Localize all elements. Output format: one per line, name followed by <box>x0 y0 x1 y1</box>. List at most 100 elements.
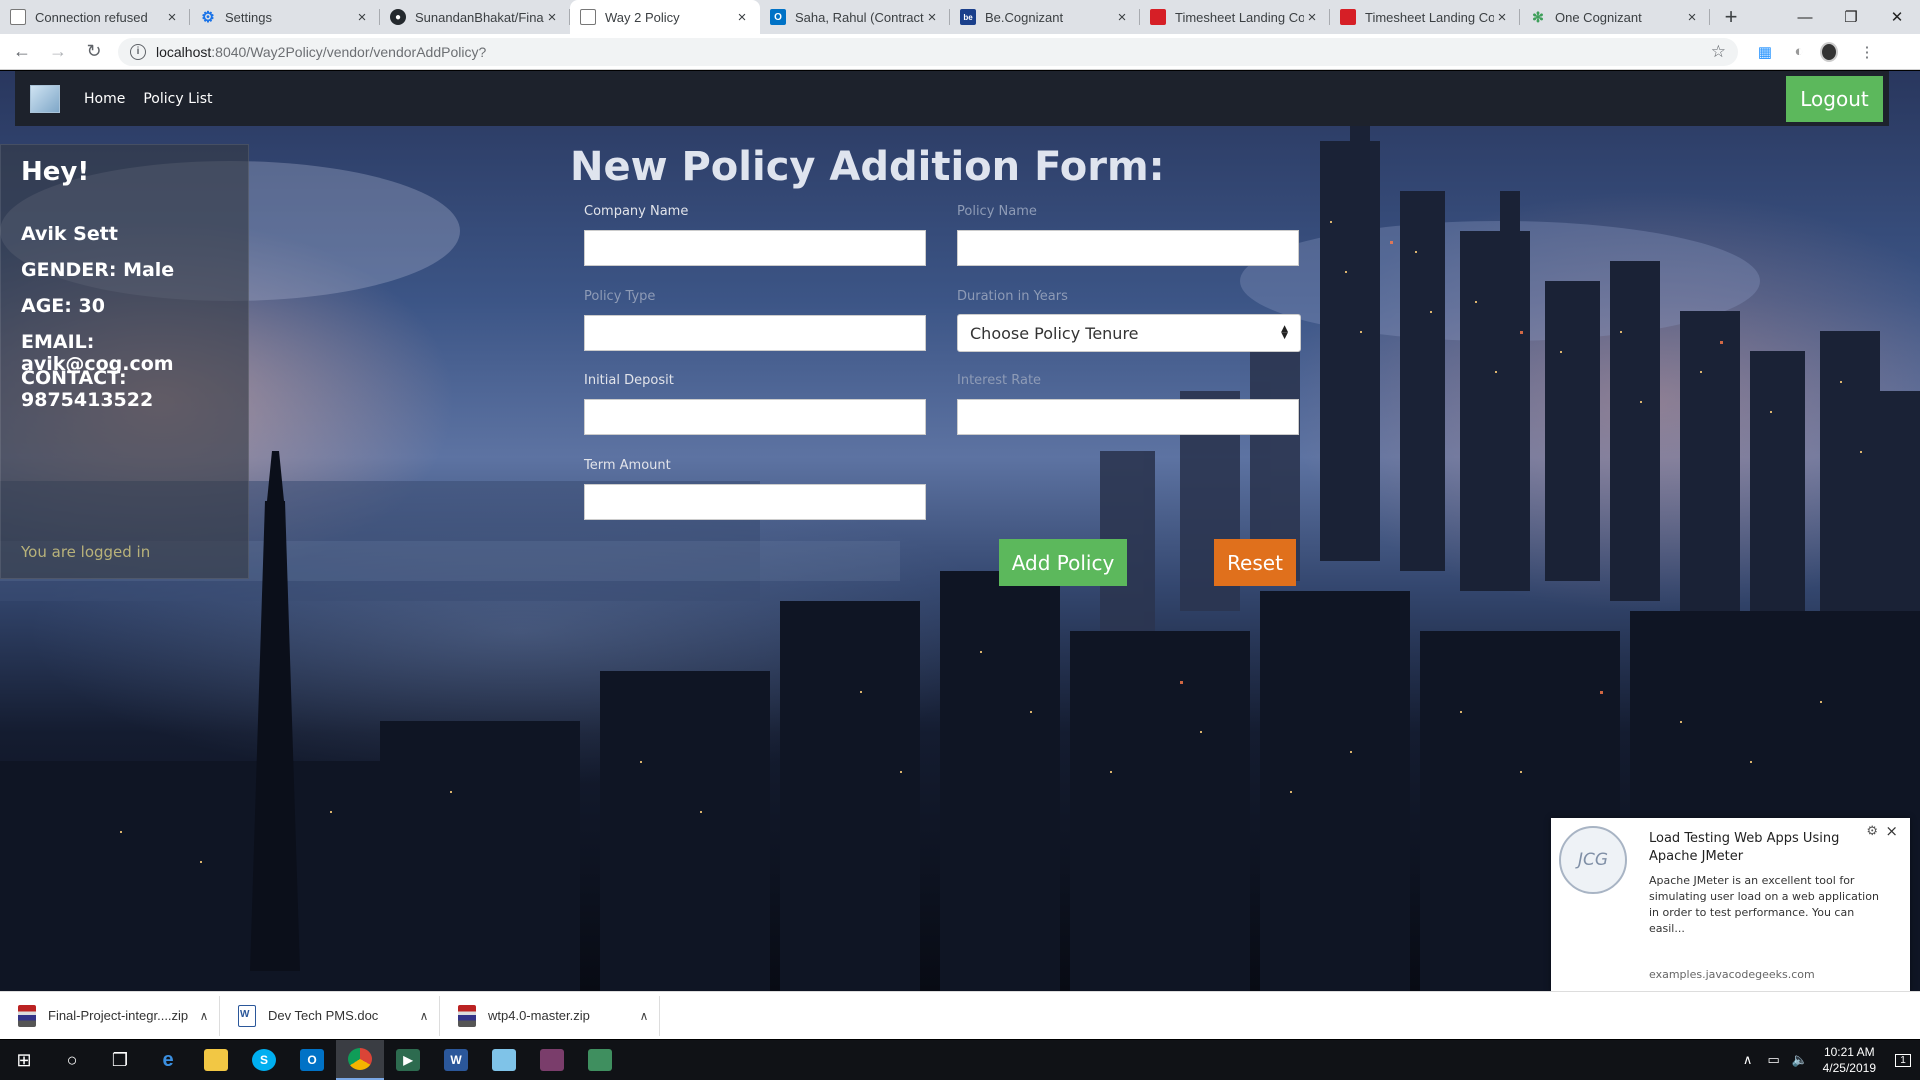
gear-icon: ⚙ <box>201 9 215 26</box>
policy-type-label: Policy Type <box>584 289 656 304</box>
tab-title: Way 2 Policy <box>605 9 680 25</box>
info-icon[interactable]: i <box>130 43 146 60</box>
word-icon[interactable]: W <box>432 1040 480 1080</box>
profile-avatar-icon[interactable] <box>1820 41 1846 63</box>
duration-label: Duration in Years <box>957 289 1068 304</box>
logout-button[interactable]: Logout <box>1786 76 1883 122</box>
notification-title: Load Testing Web Apps Using Apache JMete… <box>1649 831 1840 864</box>
tab-title: Be.Cognizant <box>985 9 1064 25</box>
timesheet-icon <box>1150 9 1166 25</box>
new-tab-button[interactable]: + <box>1716 0 1746 34</box>
browser-tab[interactable]: Connection refused × <box>0 0 190 34</box>
policy-type-input[interactable] <box>584 315 926 351</box>
skype-icon[interactable]: S <box>240 1040 288 1080</box>
window-controls: — ❐ ✕ <box>1782 0 1920 34</box>
chevron-up-icon[interactable]: ∧ <box>409 1009 439 1023</box>
action-center-icon[interactable]: 1 <box>1886 1040 1920 1080</box>
tab-title: Timesheet Landing Co <box>1175 9 1304 25</box>
browser-tab[interactable]: Timesheet Landing Co × <box>1330 0 1520 34</box>
restore-icon[interactable]: ❐ <box>1828 0 1874 34</box>
browser-tab[interactable]: Timesheet Landing Co × <box>1140 0 1330 34</box>
close-icon[interactable]: × <box>1304 9 1320 26</box>
close-icon[interactable]: × <box>734 9 750 26</box>
tab-title: SunandanBhakat/Final- <box>415 9 544 25</box>
word-doc-icon <box>238 1004 256 1027</box>
nav-link-policy-list[interactable]: Policy List <box>143 91 212 107</box>
extension-icons: ▦ ◐ ⋮ <box>1752 41 1888 63</box>
close-window-icon[interactable]: ✕ <box>1874 0 1920 34</box>
notification-source: examples.javacodegeeks.com <box>1649 968 1815 981</box>
profile-gender: GENDER: Male <box>21 259 175 281</box>
tab-title: Connection refused <box>35 9 148 25</box>
chevron-up-icon[interactable]: ∧ <box>1737 1052 1759 1068</box>
close-icon[interactable]: × <box>1885 822 1898 840</box>
download-item[interactable]: Dev Tech PMS.doc ∧ <box>220 995 440 1036</box>
close-icon[interactable]: × <box>354 9 370 26</box>
browser-tab[interactable]: O Saha, Rahul (Contracto × <box>760 0 950 34</box>
network-app-icon[interactable] <box>576 1040 624 1080</box>
notepad-icon[interactable] <box>480 1040 528 1080</box>
close-icon[interactable]: × <box>924 9 940 26</box>
chrome-icon[interactable] <box>336 1040 384 1080</box>
add-policy-button[interactable]: Add Policy <box>999 539 1127 586</box>
one-cognizant-icon: ✻ <box>1532 8 1544 25</box>
form-title: New Policy Addition Form: <box>570 144 1165 190</box>
interest-rate-label: Interest Rate <box>957 373 1042 388</box>
brand-logo[interactable] <box>30 84 60 113</box>
reset-button[interactable]: Reset <box>1214 539 1296 586</box>
browser-tab-active[interactable]: Way 2 Policy × <box>570 0 760 34</box>
minimize-icon[interactable]: — <box>1782 0 1828 34</box>
policy-tenure-selected: Choose Policy Tenure <box>970 323 1139 343</box>
policy-tenure-select[interactable]: Choose Policy Tenure ▲ ▼ <box>957 314 1301 352</box>
browser-tab[interactable]: ⚙ Settings × <box>190 0 380 34</box>
back-arrow-icon[interactable]: ← <box>8 38 36 66</box>
nav-link-home[interactable]: Home <box>84 91 125 107</box>
term-amount-input[interactable] <box>584 484 926 520</box>
reload-icon[interactable]: ↻ <box>80 38 108 66</box>
browser-tab[interactable]: be Be.Cognizant × <box>950 0 1140 34</box>
term-amount-label: Term Amount <box>584 458 671 473</box>
url-host: localhost <box>156 43 212 60</box>
tab-title: Saha, Rahul (Contracto <box>795 9 924 25</box>
close-icon[interactable]: × <box>1114 9 1130 26</box>
volume-icon[interactable]: 🔈 <box>1789 1052 1811 1068</box>
chevron-up-icon[interactable]: ∧ <box>629 1009 659 1023</box>
close-icon[interactable]: × <box>544 9 560 26</box>
download-item[interactable]: Final-Project-integr....zip ∧ <box>0 995 220 1036</box>
policy-name-input[interactable] <box>957 230 1299 266</box>
profile-greeting: Hey! <box>21 157 90 187</box>
browser-tab[interactable]: ● SunandanBhakat/Final- × <box>380 0 570 34</box>
tab-title: Timesheet Landing Co <box>1365 9 1494 25</box>
network-icon[interactable]: ▭ <box>1763 1052 1785 1068</box>
clock-time: 10:21 AM <box>1823 1045 1875 1059</box>
close-icon[interactable]: × <box>164 9 180 26</box>
interest-rate-input[interactable] <box>957 399 1299 435</box>
company-name-input[interactable] <box>584 230 926 266</box>
edge-browser-icon[interactable]: e <box>144 1040 192 1080</box>
close-icon[interactable]: × <box>1684 9 1700 26</box>
task-view-icon[interactable]: ❐ <box>96 1040 144 1080</box>
company-name-label: Company Name <box>584 204 689 219</box>
download-item[interactable]: wtp4.0-master.zip ∧ <box>440 995 660 1036</box>
notification-popup[interactable]: JCG Load Testing Web Apps Using Apache J… <box>1551 818 1910 992</box>
initial-deposit-label: Initial Deposit <box>584 373 674 388</box>
extension-circle-icon[interactable]: ◐ <box>1786 41 1812 63</box>
browser-tab[interactable]: ✻ One Cognizant × <box>1520 0 1710 34</box>
notification-body: Apache JMeter is an excellent tool for s… <box>1649 874 1879 935</box>
bookmark-star-icon[interactable]: ☆ <box>1711 42 1726 62</box>
file-explorer-icon[interactable] <box>192 1040 240 1080</box>
system-clock[interactable]: 10:21 AM 4/25/2019 <box>1823 1044 1876 1076</box>
search-circle-icon[interactable]: ○ <box>48 1040 96 1080</box>
forward-arrow-icon[interactable]: → <box>44 38 72 66</box>
menu-dots-icon[interactable]: ⋮ <box>1854 41 1880 63</box>
windows-start-icon[interactable]: ⊞ <box>0 1040 48 1080</box>
gear-icon[interactable]: ⚙ <box>1866 824 1878 839</box>
archive-app-icon[interactable] <box>528 1040 576 1080</box>
address-bar[interactable]: i localhost:8040/Way2Policy/vendor/vendo… <box>118 37 1738 66</box>
initial-deposit-input[interactable] <box>584 399 926 435</box>
chevron-up-icon[interactable]: ∧ <box>189 1009 219 1023</box>
media-app-icon[interactable]: ▶ <box>384 1040 432 1080</box>
outlook-icon[interactable]: O <box>288 1040 336 1080</box>
windows-extension-icon[interactable]: ▦ <box>1752 41 1778 63</box>
close-icon[interactable]: × <box>1494 9 1510 26</box>
